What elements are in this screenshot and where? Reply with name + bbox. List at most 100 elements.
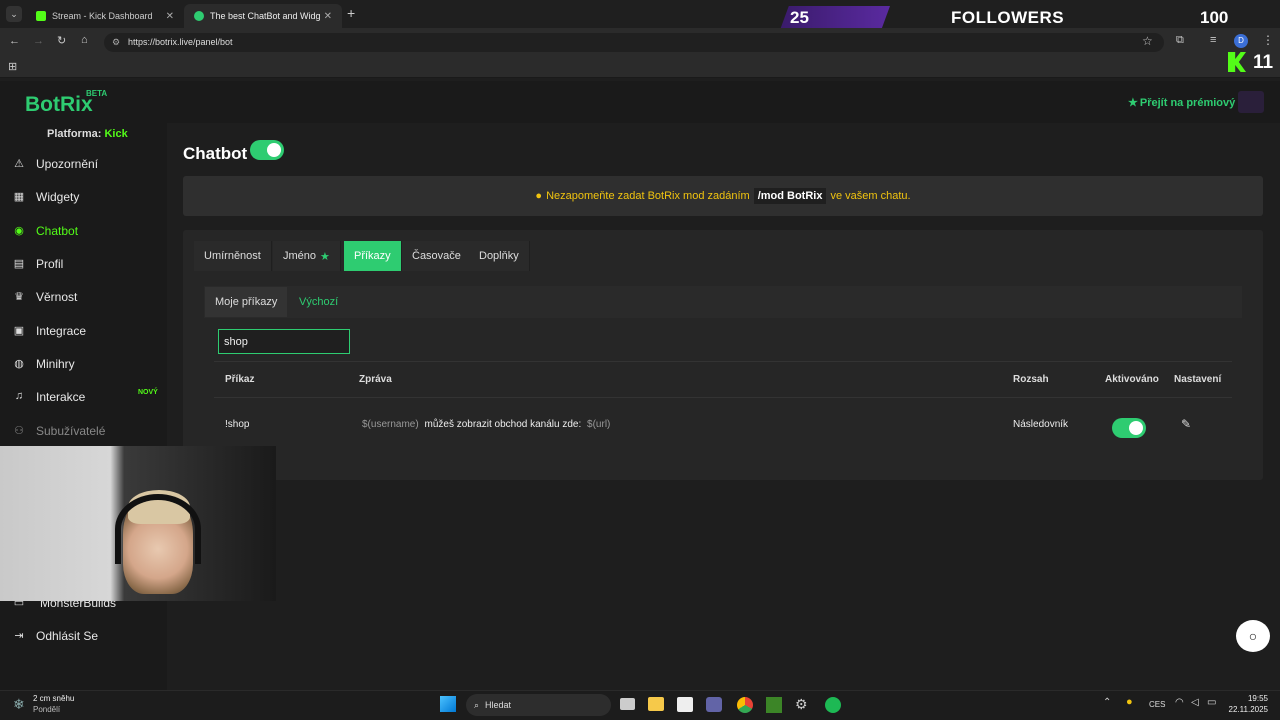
platform-value: Kick [104, 128, 128, 140]
settings-icon[interactable]: ⚙ [795, 696, 808, 713]
webcam-overlay [0, 446, 276, 601]
tab-moderation[interactable]: Umírněnost [194, 241, 272, 271]
command-enabled-toggle[interactable] [1112, 418, 1146, 438]
notice-text: Nezapomeňte zadat BotRix mod zadáním [546, 190, 750, 202]
sidebar-item-chatbot[interactable]: ◉ Chatbot [12, 221, 78, 241]
apps-grid-icon[interactable]: ⊞ [8, 60, 17, 73]
extensions-icon[interactable]: ⧉ [1176, 34, 1184, 47]
battery-icon[interactable]: ▭ [1207, 697, 1216, 708]
tab-list-icon[interactable]: ⌄ [6, 6, 22, 22]
tab-label: Stream - Kick Dashboard [52, 11, 153, 21]
platform-indicator: Platforma: Kick [47, 128, 128, 140]
url-field[interactable]: ⚙ https://botrix.live/panel/bot [104, 33, 1164, 52]
followers-overlay: 25 FOLLOWERS 100 [780, 6, 1280, 30]
trophy-icon: ♛ [14, 291, 24, 303]
forward-icon[interactable]: → [33, 35, 44, 47]
tab-label: The best ChatBot and Widgets [210, 11, 320, 21]
sidebar-item-widgets[interactable]: ▦ Widgety [12, 187, 80, 207]
botrix-logo[interactable]: BotRix [25, 93, 93, 117]
menu-icon[interactable]: ⋮ [1262, 33, 1274, 47]
edit-icon[interactable]: ✎ [1181, 417, 1191, 431]
sidebar-item-subusers[interactable]: ⚇ Subužívatelé [12, 421, 105, 441]
column-header-command: Příkaz [225, 374, 255, 385]
app-topbar: BotRix BETA ★ Přejít na prémiový [0, 81, 1280, 123]
users-icon: ⚇ [14, 425, 24, 437]
weather-day: Pondělí [33, 705, 61, 714]
bookmark-star-icon[interactable]: ☆ [1142, 34, 1153, 48]
sidebar-item-label: Subužívatelé [36, 424, 106, 438]
browser-tab-botrix[interactable]: The best ChatBot and Widgets ✕ [184, 4, 342, 28]
profile-card-icon: ▤ [13, 258, 25, 270]
mic-icon[interactable]: ● [1126, 696, 1133, 708]
profile-avatar[interactable]: D [1234, 34, 1248, 48]
beta-badge: BETA [86, 89, 108, 98]
subtab-default[interactable]: Výchozí [289, 287, 349, 317]
file-explorer-icon[interactable] [648, 697, 664, 711]
table-row: !shop $(username) můžeš zobrazit obchod … [214, 398, 1232, 450]
star-icon: ★ [1128, 97, 1138, 109]
chevron-up-icon[interactable]: ⌃ [1103, 697, 1111, 708]
new-badge: NOVÝ [138, 389, 158, 396]
tab-name[interactable]: Jméno ★ [273, 241, 341, 271]
sidebar-item-loyalty[interactable]: ♛ Věrnost [12, 287, 77, 307]
weather-text[interactable]: 2 cm sněhu [33, 694, 74, 703]
store-icon[interactable] [677, 697, 693, 712]
warning-icon: ⚠ [14, 158, 24, 170]
spotify-icon[interactable] [825, 697, 841, 713]
taskbar-search[interactable]: ⌕ Hledat [466, 694, 611, 716]
grid-icon: ▦ [13, 191, 25, 203]
column-header-scope: Rozsah [1013, 374, 1049, 385]
clock-time[interactable]: 19:55 [1232, 694, 1268, 703]
windows-taskbar: ❄ 2 cm sněhu Pondělí ⌕ Hledat ⚙ ⌃ ● CES ◠… [0, 690, 1280, 720]
followers-label: FOLLOWERS [951, 8, 1065, 27]
command-name: !shop [225, 419, 250, 430]
page-title: Chatbot [183, 144, 248, 163]
volume-icon[interactable]: ◁ [1191, 697, 1199, 708]
sidebar-item-alerts[interactable]: ⚠ Upozornění [12, 154, 98, 174]
back-icon[interactable]: ← [9, 35, 20, 47]
close-icon[interactable]: ✕ [324, 11, 332, 22]
premium-link[interactable]: ★ Přejít na prémiový [1128, 96, 1235, 110]
start-icon[interactable] [440, 696, 456, 712]
sidebar-item-profile[interactable]: ▤ Profil [12, 254, 64, 274]
sidebar-item-minigames[interactable]: ◍ Minihry [12, 354, 75, 374]
minecraft-icon[interactable] [766, 697, 782, 713]
language-indicator[interactable]: CES [1149, 700, 1165, 709]
search-icon: ⌕ [474, 700, 480, 710]
teams-icon[interactable] [706, 697, 722, 712]
column-header-message: Zpráva [359, 374, 392, 385]
command-search-input[interactable] [218, 329, 350, 354]
chatbot-enable-toggle[interactable] [250, 140, 284, 160]
home-icon[interactable]: ⌂ [81, 34, 88, 46]
url-text: https://botrix.live/panel/bot [128, 37, 233, 47]
sidebar-item-label: Minihry [36, 357, 75, 371]
site-info-icon[interactable]: ⚙ [112, 33, 120, 52]
sidebar-item-logout[interactable]: ⇥ Odhlásit Se [12, 626, 98, 646]
user-avatar[interactable] [1238, 91, 1264, 113]
reload-icon[interactable]: ↻ [57, 34, 66, 47]
sidebar-item-integrations[interactable]: ▣ Integrace [12, 321, 86, 341]
tab-timers[interactable]: Časovače [402, 241, 472, 271]
sidebar-item-interactions[interactable]: ♫ Interakce [12, 387, 85, 407]
floating-chat-icon[interactable]: ○ [1236, 620, 1270, 652]
subtab-my-commands[interactable]: Moje příkazy [205, 287, 288, 317]
task-view-icon[interactable] [620, 698, 635, 710]
wifi-icon[interactable]: ◠ [1175, 697, 1184, 708]
tab-addons[interactable]: Doplňky [469, 241, 530, 271]
kick-count: 11 [1253, 52, 1274, 73]
new-tab-icon[interactable]: + [347, 5, 355, 21]
info-icon: ● [535, 190, 543, 202]
sidebar-item-label: Chatbot [36, 224, 79, 238]
subtab-bar [204, 286, 1242, 318]
clock-date[interactable]: 22.11.2025 [1226, 705, 1268, 714]
sidebar-item-label: Upozornění [36, 157, 99, 171]
tab-commands[interactable]: Příkazy [344, 241, 402, 271]
sidebar-item-label: Widgety [36, 190, 80, 204]
tab-label: Jméno [283, 250, 317, 262]
search-placeholder: Hledat [485, 700, 512, 710]
close-icon[interactable]: ✕ [166, 11, 174, 22]
logout-icon: ⇥ [14, 630, 24, 642]
media-icon[interactable]: ≡ [1210, 34, 1216, 46]
browser-tab-kick[interactable]: Stream - Kick Dashboard ✕ [26, 4, 184, 28]
chrome-icon[interactable] [737, 697, 753, 713]
